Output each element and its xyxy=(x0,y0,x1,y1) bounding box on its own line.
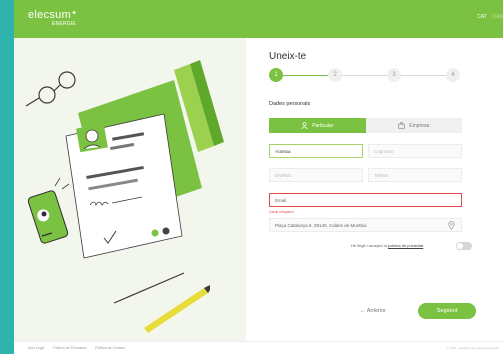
tab-particular[interactable]: Particular xyxy=(269,118,366,133)
step-3: 3 xyxy=(387,68,401,82)
step-1: 1 xyxy=(269,68,283,82)
tab-empresa-label: Empresa xyxy=(409,122,430,129)
surname-field[interactable]: Cognoms xyxy=(368,144,462,158)
paper-sheet xyxy=(65,113,183,259)
step-connector-3 xyxy=(401,75,446,76)
logo-text: elecsum xyxy=(28,9,72,21)
section-label: Dades personals xyxy=(269,101,311,107)
elecsum-logo[interactable]: elecsum✦ ENERGIE xyxy=(28,9,78,27)
app-frame: elecsum✦ ENERGIE CAT CAS Uneix-te 1 2 3 … xyxy=(14,0,503,354)
phone-icon xyxy=(27,190,69,244)
step-2: 2 xyxy=(328,68,342,82)
email-field[interactable]: Email xyxy=(269,193,462,207)
customer-type-tabs: Particular Empresa xyxy=(269,118,462,133)
signup-form: Uneix-te 1 2 3 4 Dades personals Particu… xyxy=(246,38,503,341)
privacy-policy-link[interactable]: política de privacitat xyxy=(388,243,423,248)
glasses-icon xyxy=(25,71,76,107)
step-connector-2 xyxy=(342,75,387,76)
footer-link-cookies[interactable]: Política de Cookies xyxy=(95,346,125,350)
phone-field[interactable]: Telèfon xyxy=(368,168,462,182)
step-connector-1 xyxy=(283,75,328,76)
location-pin-icon xyxy=(448,221,455,230)
next-button[interactable]: Següent xyxy=(418,303,476,319)
footer-copyright: © 2021 · Elecsum Energia Cooperativa xyxy=(446,346,499,350)
tab-empresa[interactable]: Empresa xyxy=(365,118,462,133)
hero-illustration xyxy=(14,38,246,341)
step-4: 4 xyxy=(446,68,460,82)
pencil-icon xyxy=(113,272,210,333)
logo-subtitle: ENERGIE xyxy=(52,21,76,27)
form-title: Uneix-te xyxy=(269,51,307,62)
progress-stepper: 1 2 3 4 xyxy=(269,68,474,82)
document-illustration xyxy=(25,60,224,333)
lang-cas-link[interactable]: CAS xyxy=(493,14,503,20)
dni-field[interactable]: DNI/NIE xyxy=(269,168,363,182)
language-switcher: CAT CAS xyxy=(471,14,503,20)
footer: Avís Legal Política de Privadesa Política … xyxy=(14,341,503,354)
address-field[interactable]: Plaça Catalunya 6, 08140, Caldes de Mont… xyxy=(269,218,462,232)
privacy-toggle[interactable] xyxy=(456,242,472,250)
lang-cat-link[interactable]: CAT xyxy=(477,14,487,20)
footer-links: Avís Legal Política de Privadesa Política … xyxy=(28,346,134,350)
briefcase-icon xyxy=(398,122,405,129)
consent-text: He llegit i accepto la xyxy=(351,243,388,248)
previous-button[interactable]: ← Anterior xyxy=(360,308,386,314)
privacy-consent: He llegit i accepto la política de priva… xyxy=(351,243,423,248)
footer-link-privacy[interactable]: Política de Privadesa xyxy=(53,346,86,350)
first-name-field[interactable]: Arantxa xyxy=(269,144,363,158)
tab-particular-label: Particular xyxy=(312,122,334,129)
footer-link-legal[interactable]: Avís Legal xyxy=(28,346,44,350)
address-value: Plaça Catalunya 6, 08140, Caldes de Mont… xyxy=(275,222,367,228)
logo-spark-icon: ✦ xyxy=(71,10,78,17)
email-error-message: Camp obligatori xyxy=(269,210,294,214)
top-bar: elecsum✦ ENERGIE CAT CAS xyxy=(14,0,503,38)
person-icon xyxy=(301,122,308,129)
